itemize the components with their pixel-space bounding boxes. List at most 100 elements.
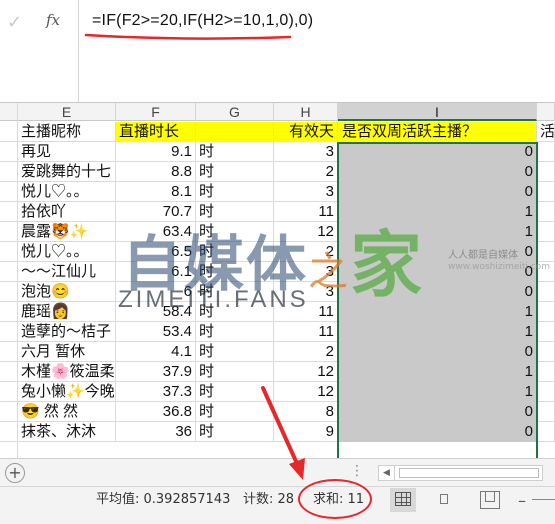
column-header-h[interactable]: H — [274, 103, 338, 121]
cell-e[interactable]: 鹿瑶👩 — [18, 302, 116, 322]
cell-j[interactable] — [537, 162, 555, 182]
formula-input[interactable]: =IF(F2>=20,IF(H2>=10,1,0),0) — [92, 12, 313, 30]
cell-j[interactable] — [537, 402, 555, 422]
cell-g[interactable]: 时 — [196, 422, 274, 442]
zoom-slider[interactable] — [532, 499, 555, 500]
cell-g[interactable]: 时 — [196, 342, 274, 362]
cell-j1[interactable]: 活 — [537, 122, 555, 142]
cell-i[interactable]: 1 — [338, 362, 537, 382]
cell-j[interactable] — [537, 202, 555, 222]
column-header-f[interactable]: F — [116, 103, 196, 121]
cell-j[interactable] — [537, 262, 555, 282]
cell-e[interactable]: 悦儿♡。。 — [18, 182, 116, 202]
cell-h[interactable]: 12 — [274, 362, 338, 382]
cell-e[interactable]: 拾依吖 — [18, 202, 116, 222]
cell-f[interactable]: 6.1 — [116, 262, 196, 282]
normal-view-icon[interactable] — [390, 488, 416, 512]
check-icon[interactable]: ✓ — [7, 12, 22, 33]
cell-f[interactable]: 36 — [116, 422, 196, 442]
cell-g[interactable]: 时 — [196, 262, 274, 282]
cell-i[interactable]: 0 — [338, 182, 537, 202]
cell-f[interactable]: 4.1 — [116, 342, 196, 362]
cell-f[interactable]: 8.8 — [116, 162, 196, 182]
cell-g1[interactable] — [196, 122, 274, 142]
cell-g[interactable]: 时 — [196, 182, 274, 202]
tab-splitter[interactable]: ⋮ — [350, 463, 364, 479]
corner-cell[interactable] — [0, 103, 18, 121]
cell-e[interactable]: ～～江仙儿 — [18, 262, 116, 282]
cell-i[interactable]: 0 — [338, 162, 537, 182]
column-header-e[interactable]: E — [18, 103, 116, 121]
cell-i[interactable]: 0 — [338, 242, 537, 262]
column-header-j[interactable] — [537, 103, 555, 121]
cell-h[interactable]: 3 — [274, 182, 338, 202]
cell-h[interactable]: 11 — [274, 322, 338, 342]
cell-h[interactable]: 2 — [274, 342, 338, 362]
cell-g[interactable]: 时 — [196, 142, 274, 162]
cell-i[interactable]: 1 — [338, 202, 537, 222]
cell-f[interactable]: 36.8 — [116, 402, 196, 422]
cell-h[interactable]: 12 — [274, 382, 338, 402]
cell-i[interactable]: 1 — [338, 382, 537, 402]
cell-j[interactable] — [537, 282, 555, 302]
cell-j[interactable] — [537, 422, 555, 442]
cell-h1[interactable]: 有效天 — [274, 122, 338, 142]
page-break-icon[interactable] — [480, 491, 500, 509]
cell-h[interactable]: 12 — [274, 222, 338, 242]
cell-e1[interactable]: 主播昵称 — [18, 122, 116, 142]
cell-g[interactable]: 时 — [196, 362, 274, 382]
cell-f[interactable]: 9.1 — [116, 142, 196, 162]
cell-g[interactable]: 时 — [196, 222, 274, 242]
cell-j[interactable] — [537, 222, 555, 242]
horizontal-scrollbar[interactable]: ◀ — [378, 465, 543, 481]
scrollbar-thumb[interactable] — [399, 468, 539, 478]
cell-g[interactable]: 时 — [196, 162, 274, 182]
cell-i[interactable]: 1 — [338, 322, 537, 342]
cell-h[interactable]: 11 — [274, 202, 338, 222]
cell-h[interactable]: 8 — [274, 402, 338, 422]
cell-i[interactable]: 1 — [338, 302, 537, 322]
cell-g[interactable]: 时 — [196, 242, 274, 262]
cell-e[interactable]: 泡泡😊 — [18, 282, 116, 302]
zoom-out-icon[interactable]: – — [518, 491, 526, 510]
cell-f[interactable]: 37.9 — [116, 362, 196, 382]
cell-e[interactable]: 造孽的～桔子 — [18, 322, 116, 342]
cell-f[interactable]: 6 — [116, 282, 196, 302]
cell-j[interactable] — [537, 182, 555, 202]
cell-h[interactable]: 11 — [274, 302, 338, 322]
cell-e[interactable]: 抹茶、沐沐 — [18, 422, 116, 442]
cell-j[interactable] — [537, 142, 555, 162]
cell-f[interactable]: 37.3 — [116, 382, 196, 402]
fx-icon[interactable]: fx — [46, 11, 60, 29]
cell-g[interactable]: 时 — [196, 382, 274, 402]
cell-e[interactable]: 悦儿♡。。 — [18, 242, 116, 262]
cell-e[interactable]: 爱跳舞的十七 — [18, 162, 116, 182]
cell-j[interactable] — [537, 362, 555, 382]
cell-f[interactable]: 6.5 — [116, 242, 196, 262]
cell-h[interactable]: 9 — [274, 422, 338, 442]
cell-e[interactable]: 晨露🐯✨ — [18, 222, 116, 242]
cell-j[interactable] — [537, 342, 555, 362]
cell-e[interactable]: 兔小懒✨今晚 — [18, 382, 116, 402]
page-layout-icon[interactable] — [437, 491, 453, 509]
column-header-g[interactable]: G — [196, 103, 274, 121]
cell-h[interactable]: 3 — [274, 142, 338, 162]
cell-i[interactable]: 0 — [338, 262, 537, 282]
cell-i[interactable]: 0 — [338, 282, 537, 302]
cell-f[interactable]: 70.7 — [116, 202, 196, 222]
cell-h[interactable]: 2 — [274, 242, 338, 262]
cell-g[interactable]: 时 — [196, 202, 274, 222]
cell-i[interactable]: 1 — [338, 222, 537, 242]
cell-f1[interactable]: 直播时长 — [116, 122, 196, 142]
cell-h[interactable]: 3 — [274, 262, 338, 282]
cell-j[interactable] — [537, 322, 555, 342]
cell-j[interactable] — [537, 242, 555, 262]
cell-f[interactable]: 53.4 — [116, 322, 196, 342]
cell-i[interactable]: 0 — [338, 422, 537, 442]
cell-g[interactable]: 时 — [196, 402, 274, 422]
cell-i[interactable]: 0 — [338, 142, 537, 162]
cell-e[interactable]: 再见 — [18, 142, 116, 162]
cell-e[interactable]: 木槿🌸筱温柔 — [18, 362, 116, 382]
cell-j[interactable] — [537, 382, 555, 402]
cell-e[interactable]: 六月 暂休 — [18, 342, 116, 362]
